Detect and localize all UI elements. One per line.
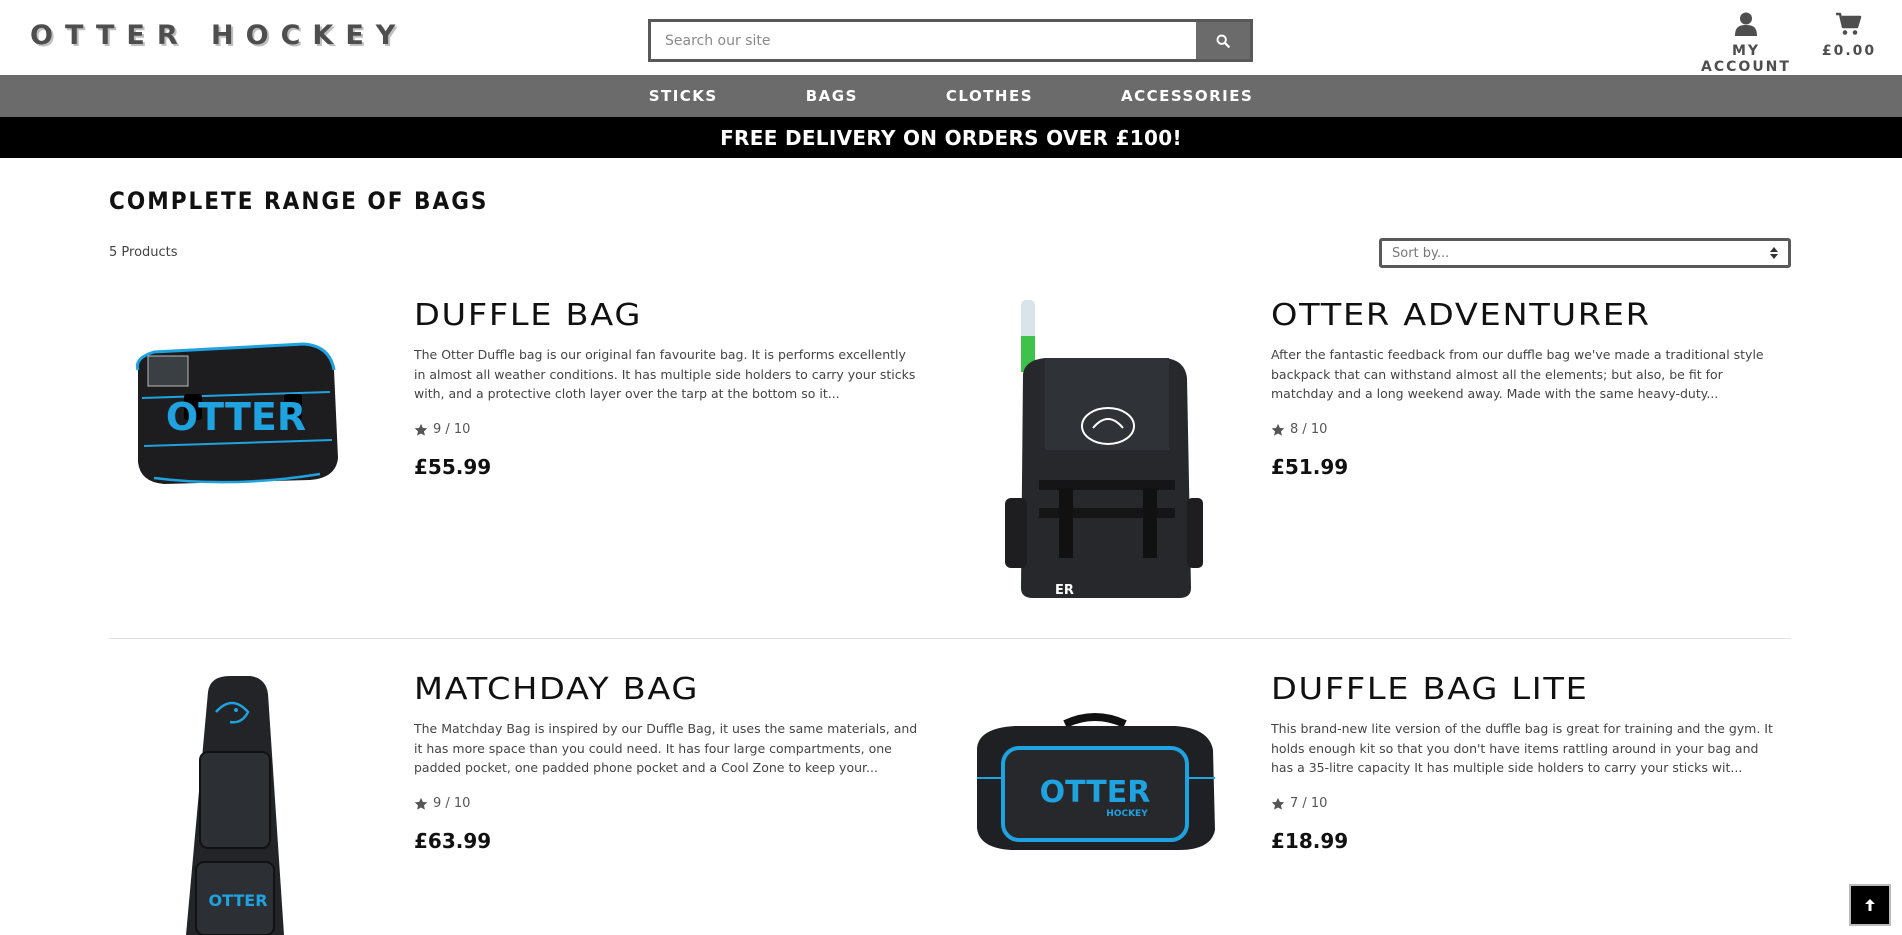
- cart-icon: [1836, 12, 1862, 35]
- product-name-otter-adventurer[interactable]: OTTER ADVENTURER: [1271, 298, 1853, 333]
- cart-link[interactable]: £0.00: [1818, 12, 1880, 59]
- product-rating: 8 / 10: [1271, 422, 1791, 437]
- product-price: £63.99: [414, 829, 492, 853]
- my-account-label: MY ACCOUNT: [1701, 43, 1791, 75]
- product-card-matchday-bag: MATCHDAY BAG The Matchday Bag is inspire…: [414, 672, 934, 853]
- my-account-link[interactable]: MY ACCOUNT: [1692, 12, 1800, 75]
- back-to-top-button[interactable]: [1849, 884, 1891, 926]
- product-rating-value: 7 / 10: [1290, 796, 1328, 811]
- nav-item-sticks[interactable]: STICKS: [649, 87, 718, 105]
- star-icon: [1271, 797, 1285, 810]
- product-price: £51.99: [1271, 455, 1349, 479]
- star-icon: [414, 423, 428, 436]
- product-image-duffle-bag[interactable]: OTTER: [124, 328, 344, 502]
- product-image-duffle-bag-lite-sublabel: HOCKEY: [1106, 809, 1148, 819]
- product-description: After the fantastic feedback from our du…: [1271, 347, 1764, 401]
- cart-total: £0.00: [1821, 43, 1877, 59]
- product-name-duffle-bag-lite[interactable]: DUFFLE BAG LITE: [1271, 672, 1853, 707]
- product-rating-value: 9 / 10: [433, 796, 471, 811]
- product-image-duffle-bag-label: OTTER: [166, 395, 306, 439]
- nav-item-bags[interactable]: BAGS: [806, 87, 858, 105]
- arrow-up-icon: [1865, 899, 1875, 911]
- product-rating-value: 8 / 10: [1290, 422, 1328, 437]
- product-rating: 9 / 10: [414, 422, 934, 437]
- product-image-matchday-bag-label: OTTER: [208, 891, 267, 910]
- product-image-otter-adventurer[interactable]: ER: [995, 298, 1215, 607]
- page-title: COMPLETE RANGE OF BAGS: [109, 187, 489, 215]
- search-button[interactable]: [1196, 22, 1250, 59]
- promo-banner: FREE DELIVERY ON ORDERS OVER £100!: [0, 117, 1902, 158]
- product-description: The Otter Duffle bag is our original fan…: [414, 347, 916, 401]
- site-logo[interactable]: OTTER HOCKEY: [30, 20, 407, 51]
- product-description: The Matchday Bag is inspired by our Duff…: [414, 721, 918, 775]
- product-count: 5 Products: [109, 245, 178, 260]
- product-image-matchday-bag[interactable]: OTTER: [180, 672, 290, 935]
- main-nav: STICKS BAGS CLOTHES ACCESSORIES: [0, 75, 1902, 117]
- product-price: £18.99: [1271, 829, 1349, 853]
- sort-arrows-icon: [1770, 247, 1778, 259]
- product-image-duffle-bag-lite-label: OTTER: [1040, 775, 1151, 810]
- product-image-otter-adventurer-label: ER: [1055, 583, 1074, 598]
- product-description: This brand-new lite version of the duffl…: [1271, 721, 1773, 775]
- product-rating: 9 / 10: [414, 796, 934, 811]
- search-icon: [1216, 34, 1230, 48]
- product-card-duffle-bag: DUFFLE BAG The Otter Duffle bag is our o…: [414, 298, 934, 479]
- site-header: OTTER HOCKEY MY ACCOUNT £0.00: [0, 0, 1902, 75]
- user-icon: [1735, 12, 1757, 36]
- promo-text: FREE DELIVERY ON ORDERS OVER £100!: [720, 125, 1182, 150]
- nav-item-clothes[interactable]: CLOTHES: [946, 87, 1033, 105]
- product-name-matchday-bag[interactable]: MATCHDAY BAG: [414, 672, 996, 707]
- nav-item-accessories[interactable]: ACCESSORIES: [1121, 87, 1253, 105]
- product-image-duffle-bag-lite[interactable]: OTTER HOCKEY: [965, 708, 1225, 862]
- sort-select-value: Sort by...: [1392, 245, 1450, 261]
- search-form: [648, 19, 1253, 62]
- sort-select[interactable]: Sort by...: [1379, 238, 1791, 268]
- product-rating-value: 9 / 10: [433, 422, 471, 437]
- product-card-otter-adventurer: OTTER ADVENTURER After the fantastic fee…: [1271, 298, 1791, 479]
- product-rating: 7 / 10: [1271, 796, 1791, 811]
- product-price: £55.99: [414, 455, 492, 479]
- search-input[interactable]: [651, 22, 1196, 59]
- product-name-duffle-bag[interactable]: DUFFLE BAG: [414, 298, 996, 333]
- product-card-duffle-bag-lite: DUFFLE BAG LITE This brand-new lite vers…: [1271, 672, 1791, 853]
- star-icon: [414, 797, 428, 810]
- star-icon: [1271, 423, 1285, 436]
- row-divider: [109, 638, 1791, 639]
